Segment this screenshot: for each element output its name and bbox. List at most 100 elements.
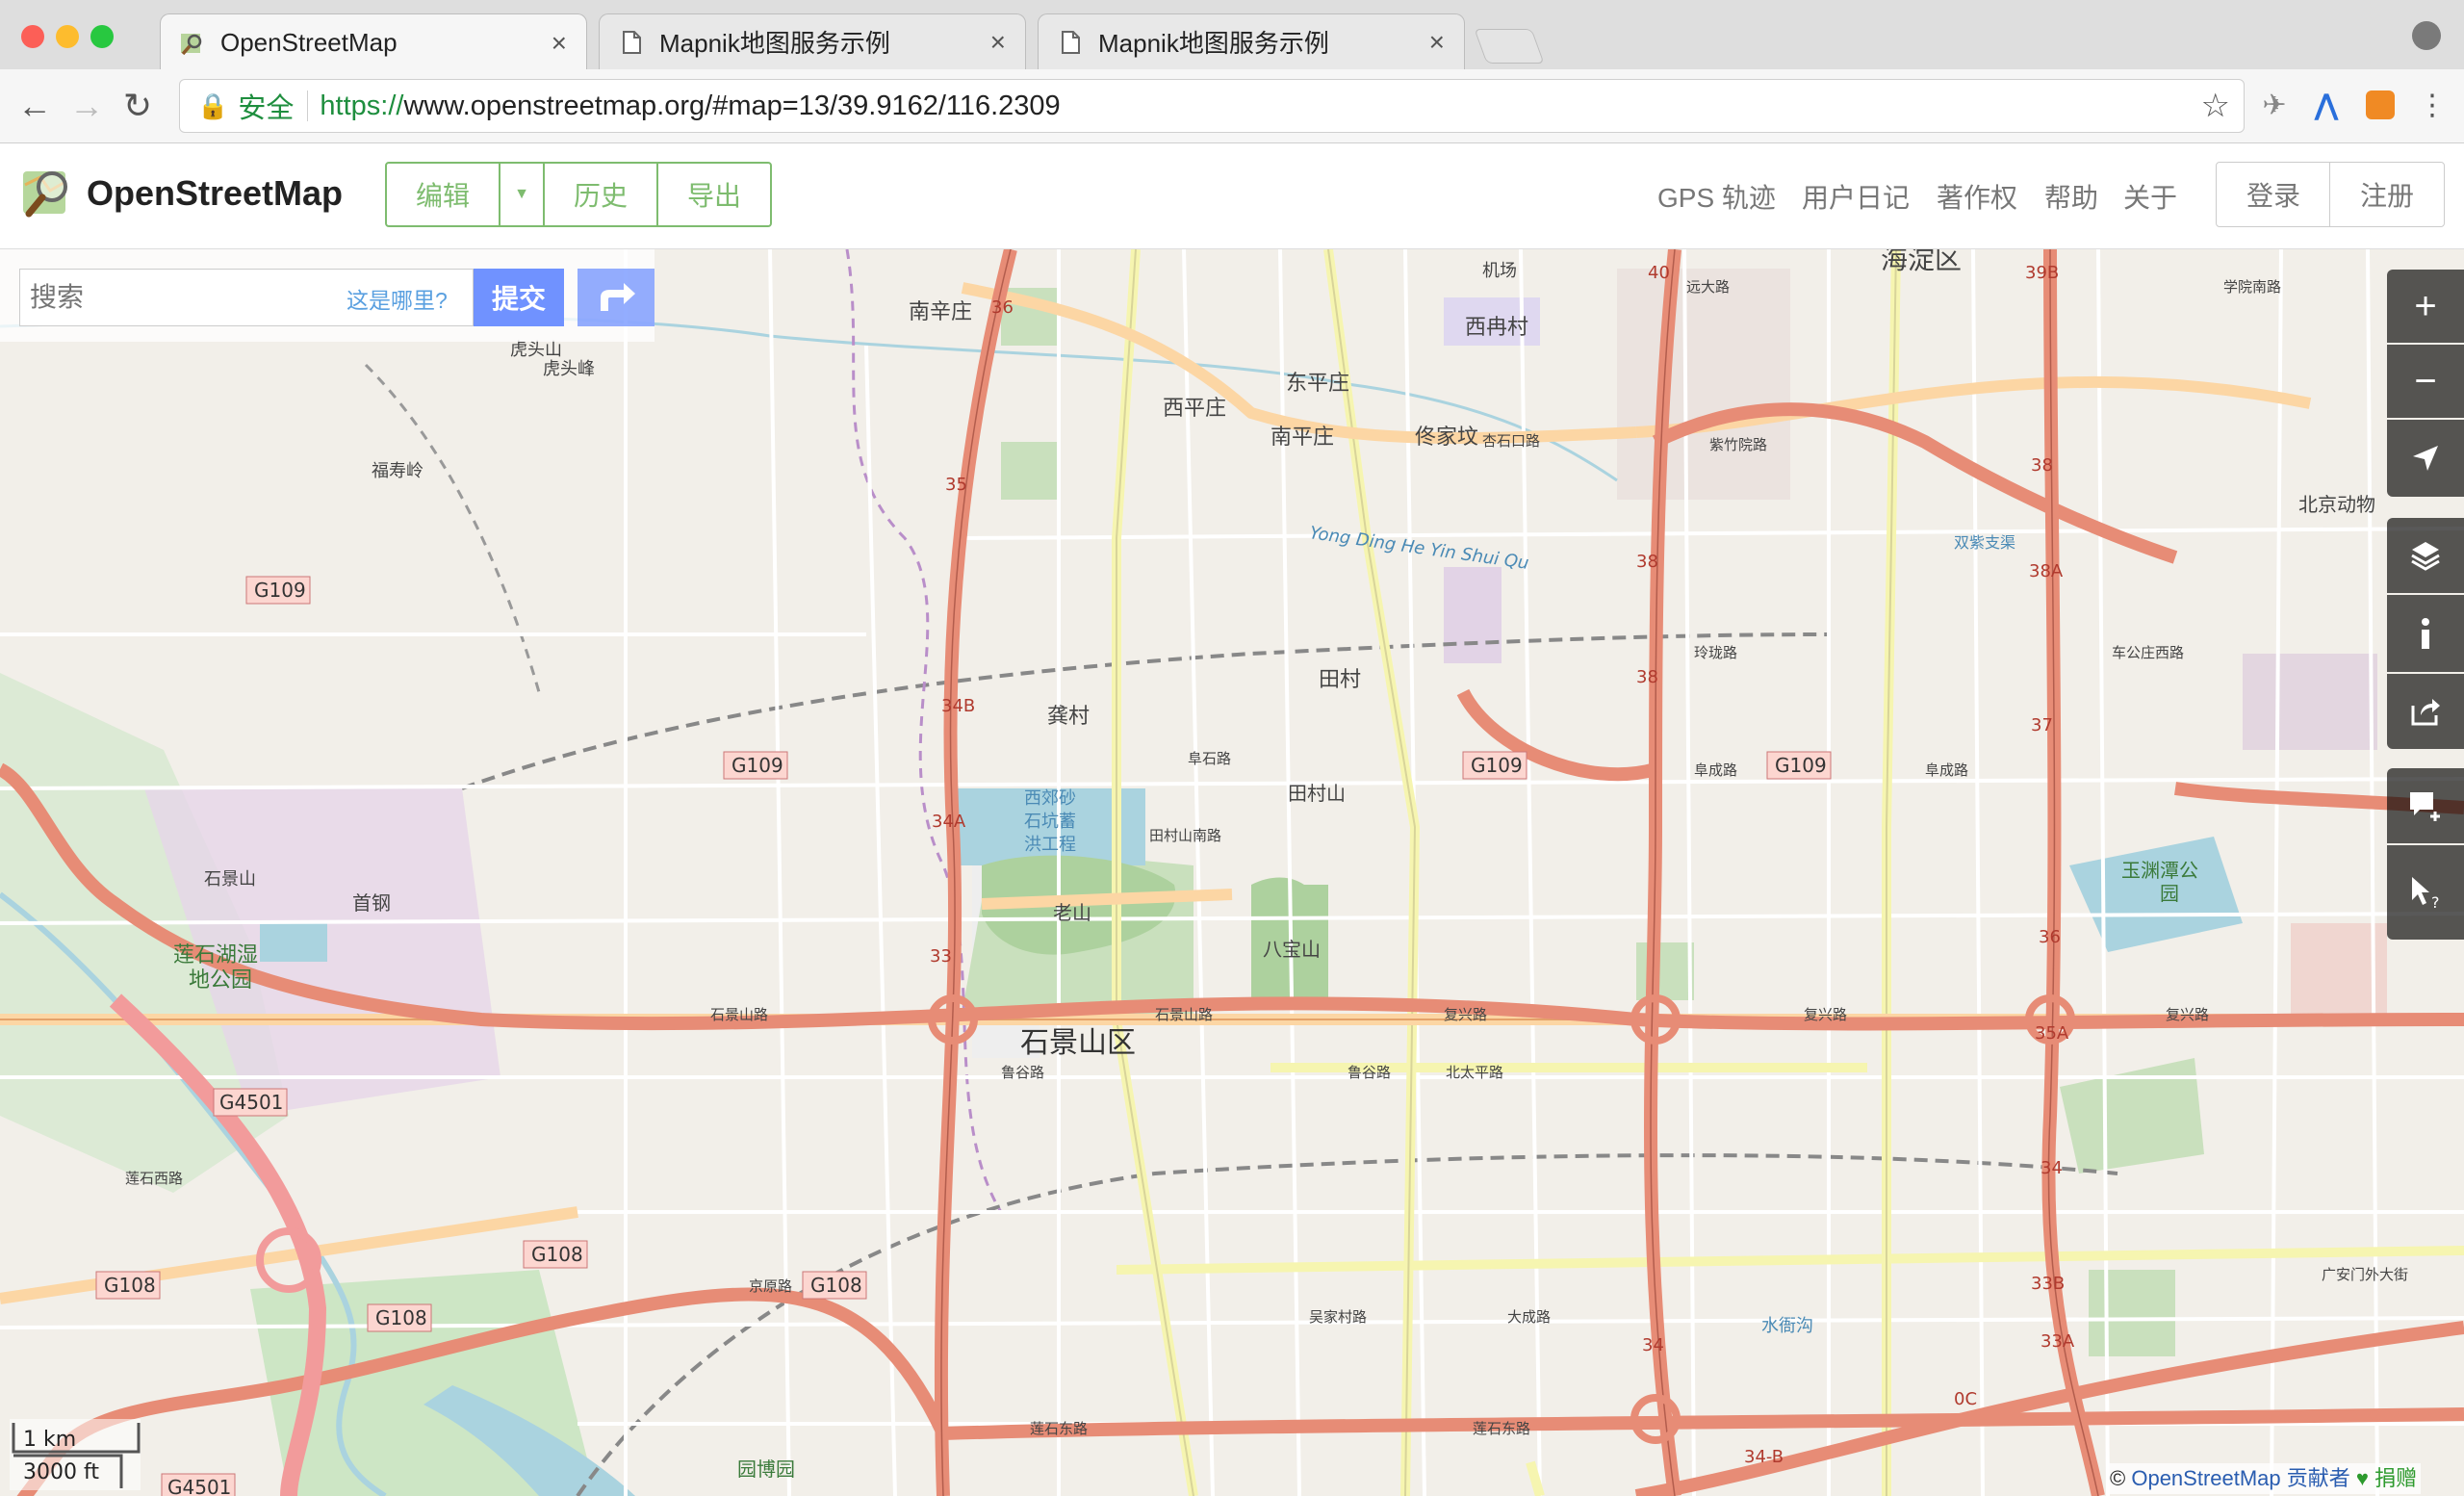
share-icon[interactable] bbox=[2387, 674, 2464, 749]
tab-openstreetmap[interactable]: OpenStreetMap × bbox=[160, 13, 587, 71]
label-yuyuantan-park: 园 bbox=[2160, 882, 2179, 905]
shield-g109-d: G109 bbox=[1775, 754, 1827, 777]
export-button[interactable]: 导出 bbox=[656, 162, 772, 227]
tab-mapnik-1[interactable]: Mapnik地图服务示例 × bbox=[599, 13, 1026, 69]
nav-user-diaries[interactable]: 用户日记 bbox=[1802, 177, 1910, 216]
label-shijingshan-hill: 石景山 bbox=[204, 869, 256, 890]
search-submit-button[interactable]: 提交 bbox=[474, 269, 564, 326]
svg-text:?: ? bbox=[2431, 893, 2440, 910]
edit-button[interactable]: 编辑 bbox=[385, 162, 500, 227]
label-yuanda-road: 远大路 bbox=[1686, 278, 1730, 296]
reload-icon[interactable]: ↻ bbox=[123, 85, 152, 127]
label-yuyuantan: 玉渊潭公 bbox=[2121, 859, 2198, 882]
tab-close-icon[interactable]: × bbox=[990, 27, 1006, 58]
label-lugu-road-b: 鲁谷路 bbox=[1348, 1064, 1391, 1081]
svg-text:36: 36 bbox=[991, 297, 1014, 318]
svg-text:38: 38 bbox=[1636, 552, 1658, 572]
extension-orange-icon[interactable] bbox=[2362, 87, 2399, 123]
nav-help[interactable]: 帮助 bbox=[2044, 177, 2098, 216]
label-shijingshan-district: 石景山区 bbox=[1020, 1026, 1136, 1060]
label-shuangzi-canal: 双紫支渠 bbox=[1954, 533, 2015, 552]
copyright-symbol: © bbox=[2110, 1466, 2126, 1490]
svg-text:34B: 34B bbox=[941, 696, 975, 716]
document-icon bbox=[623, 30, 641, 54]
login-button[interactable]: 登录 bbox=[2216, 162, 2331, 227]
label-xipingzhuang: 西平庄 bbox=[1163, 397, 1226, 421]
tab-label: OpenStreetMap bbox=[220, 28, 398, 57]
profile-icon[interactable] bbox=[2412, 21, 2441, 50]
contributors-link[interactable]: 贡献者 bbox=[2287, 1466, 2350, 1490]
label-guanganmen-road: 广安门外大街 bbox=[2322, 1266, 2408, 1283]
label-hongjian: 洪工程 bbox=[1024, 835, 1076, 855]
label-lugu-road: 鲁谷路 bbox=[1001, 1064, 1044, 1081]
label-hutoufeng: 虎头峰 bbox=[543, 359, 595, 379]
donate-link[interactable]: 捐赠 bbox=[2374, 1466, 2417, 1490]
shield-g108-d: G108 bbox=[375, 1306, 427, 1329]
osm-link[interactable]: OpenStreetMap bbox=[2131, 1466, 2280, 1490]
label-nanpingzhuang: 南平庄 bbox=[1270, 426, 1334, 450]
info-icon[interactable] bbox=[2387, 595, 2464, 672]
label-lianshidong-road: 莲石东路 bbox=[1030, 1420, 1088, 1437]
directions-button[interactable] bbox=[578, 269, 654, 326]
forward-arrow-icon[interactable]: → bbox=[69, 85, 104, 127]
svg-text:34: 34 bbox=[2040, 1158, 2063, 1178]
url-scheme: https:// bbox=[320, 90, 404, 121]
note-icon[interactable] bbox=[2387, 768, 2464, 843]
label-xueyuan-road: 学院南路 bbox=[2223, 278, 2281, 296]
label-babaoshan: 八宝山 bbox=[1263, 938, 1321, 961]
locate-icon[interactable] bbox=[2387, 420, 2464, 497]
osm-logo-icon[interactable] bbox=[21, 166, 75, 219]
tab-mapnik-2[interactable]: Mapnik地图服务示例 × bbox=[1038, 13, 1465, 69]
label-beitaiping-road: 北太平路 bbox=[1446, 1064, 1503, 1081]
security-label: 安全 bbox=[238, 93, 295, 124]
url-text: www.openstreetmap.org/#map=13/39.9162/11… bbox=[403, 90, 1061, 121]
where-is-this-link[interactable]: 这是哪里? bbox=[346, 282, 448, 315]
edit-dropdown-button[interactable]: ▼ bbox=[499, 162, 545, 227]
extension-bird-icon[interactable]: ✈ bbox=[2256, 87, 2293, 123]
address-bar[interactable]: 🔒 安全 https:// www.openstreetmap.org/#map… bbox=[179, 79, 2245, 133]
bookmark-star-icon[interactable]: ☆ bbox=[2201, 87, 2230, 125]
shield-g108-c: G108 bbox=[104, 1274, 156, 1297]
nav-gps-traces[interactable]: GPS 轨迹 bbox=[1657, 177, 1776, 216]
label-shijingshan-road-b: 石景山路 bbox=[1155, 1006, 1213, 1023]
address-separator bbox=[307, 90, 309, 121]
signup-button[interactable]: 注册 bbox=[2329, 162, 2445, 227]
tab-close-icon[interactable]: × bbox=[552, 28, 567, 59]
svg-text:38: 38 bbox=[2031, 455, 2053, 476]
svg-text:34A: 34A bbox=[932, 812, 966, 832]
layers-icon[interactable] bbox=[2387, 518, 2464, 593]
tab-label: Mapnik地图服务示例 bbox=[659, 29, 890, 58]
osm-brand[interactable]: OpenStreetMap bbox=[87, 173, 343, 214]
zoom-out-icon[interactable]: − bbox=[2387, 345, 2464, 418]
svg-text:36: 36 bbox=[2039, 927, 2061, 947]
zoom-in-icon[interactable]: + bbox=[2387, 270, 2464, 343]
svg-text:34-B: 34-B bbox=[1744, 1447, 1784, 1467]
extension-lambda-icon[interactable]: ⋀ bbox=[2308, 87, 2345, 123]
maximize-window-button[interactable] bbox=[90, 25, 114, 48]
menu-kebab-icon[interactable]: ⋮ bbox=[2414, 87, 2451, 123]
back-arrow-icon[interactable]: ← bbox=[17, 85, 52, 127]
new-tab-button[interactable] bbox=[1474, 29, 1545, 64]
query-icon[interactable]: ? bbox=[2387, 845, 2464, 940]
label-wujia-road: 吴家村路 bbox=[1309, 1308, 1367, 1326]
label-fuxing-road-b: 复兴路 bbox=[1804, 1006, 1847, 1023]
nav-about[interactable]: 关于 bbox=[2123, 177, 2177, 216]
close-window-button[interactable] bbox=[21, 25, 44, 48]
osm-favicon-icon bbox=[181, 33, 202, 55]
map-canvas[interactable]: G109 G109 G109 G109 G108 G108 G108 G108 … bbox=[0, 249, 2464, 1496]
label-fucheng-road: 阜成路 bbox=[1694, 761, 1737, 779]
label-xingshikou-road: 杏石口路 bbox=[1482, 432, 1540, 450]
minimize-window-button[interactable] bbox=[56, 25, 79, 48]
caret-down-icon: ▼ bbox=[514, 186, 529, 202]
label-dacheng-road: 大成路 bbox=[1507, 1308, 1551, 1326]
history-button[interactable]: 历史 bbox=[543, 162, 658, 227]
label-tiancunshan: 田村山 bbox=[1288, 782, 1346, 805]
svg-text:38: 38 bbox=[1636, 667, 1658, 687]
tab-close-icon[interactable]: × bbox=[1429, 27, 1445, 58]
label-haidian: 海淀区 bbox=[1881, 249, 1962, 275]
nav-copyright[interactable]: 著作权 bbox=[1937, 177, 2017, 216]
svg-text:40: 40 bbox=[1648, 263, 1670, 283]
svg-text:37: 37 bbox=[2031, 715, 2053, 735]
map-tiles[interactable]: G109 G109 G109 G109 G108 G108 G108 G108 … bbox=[0, 249, 2464, 1496]
label-fushi-road: 阜石路 bbox=[1188, 750, 1231, 767]
